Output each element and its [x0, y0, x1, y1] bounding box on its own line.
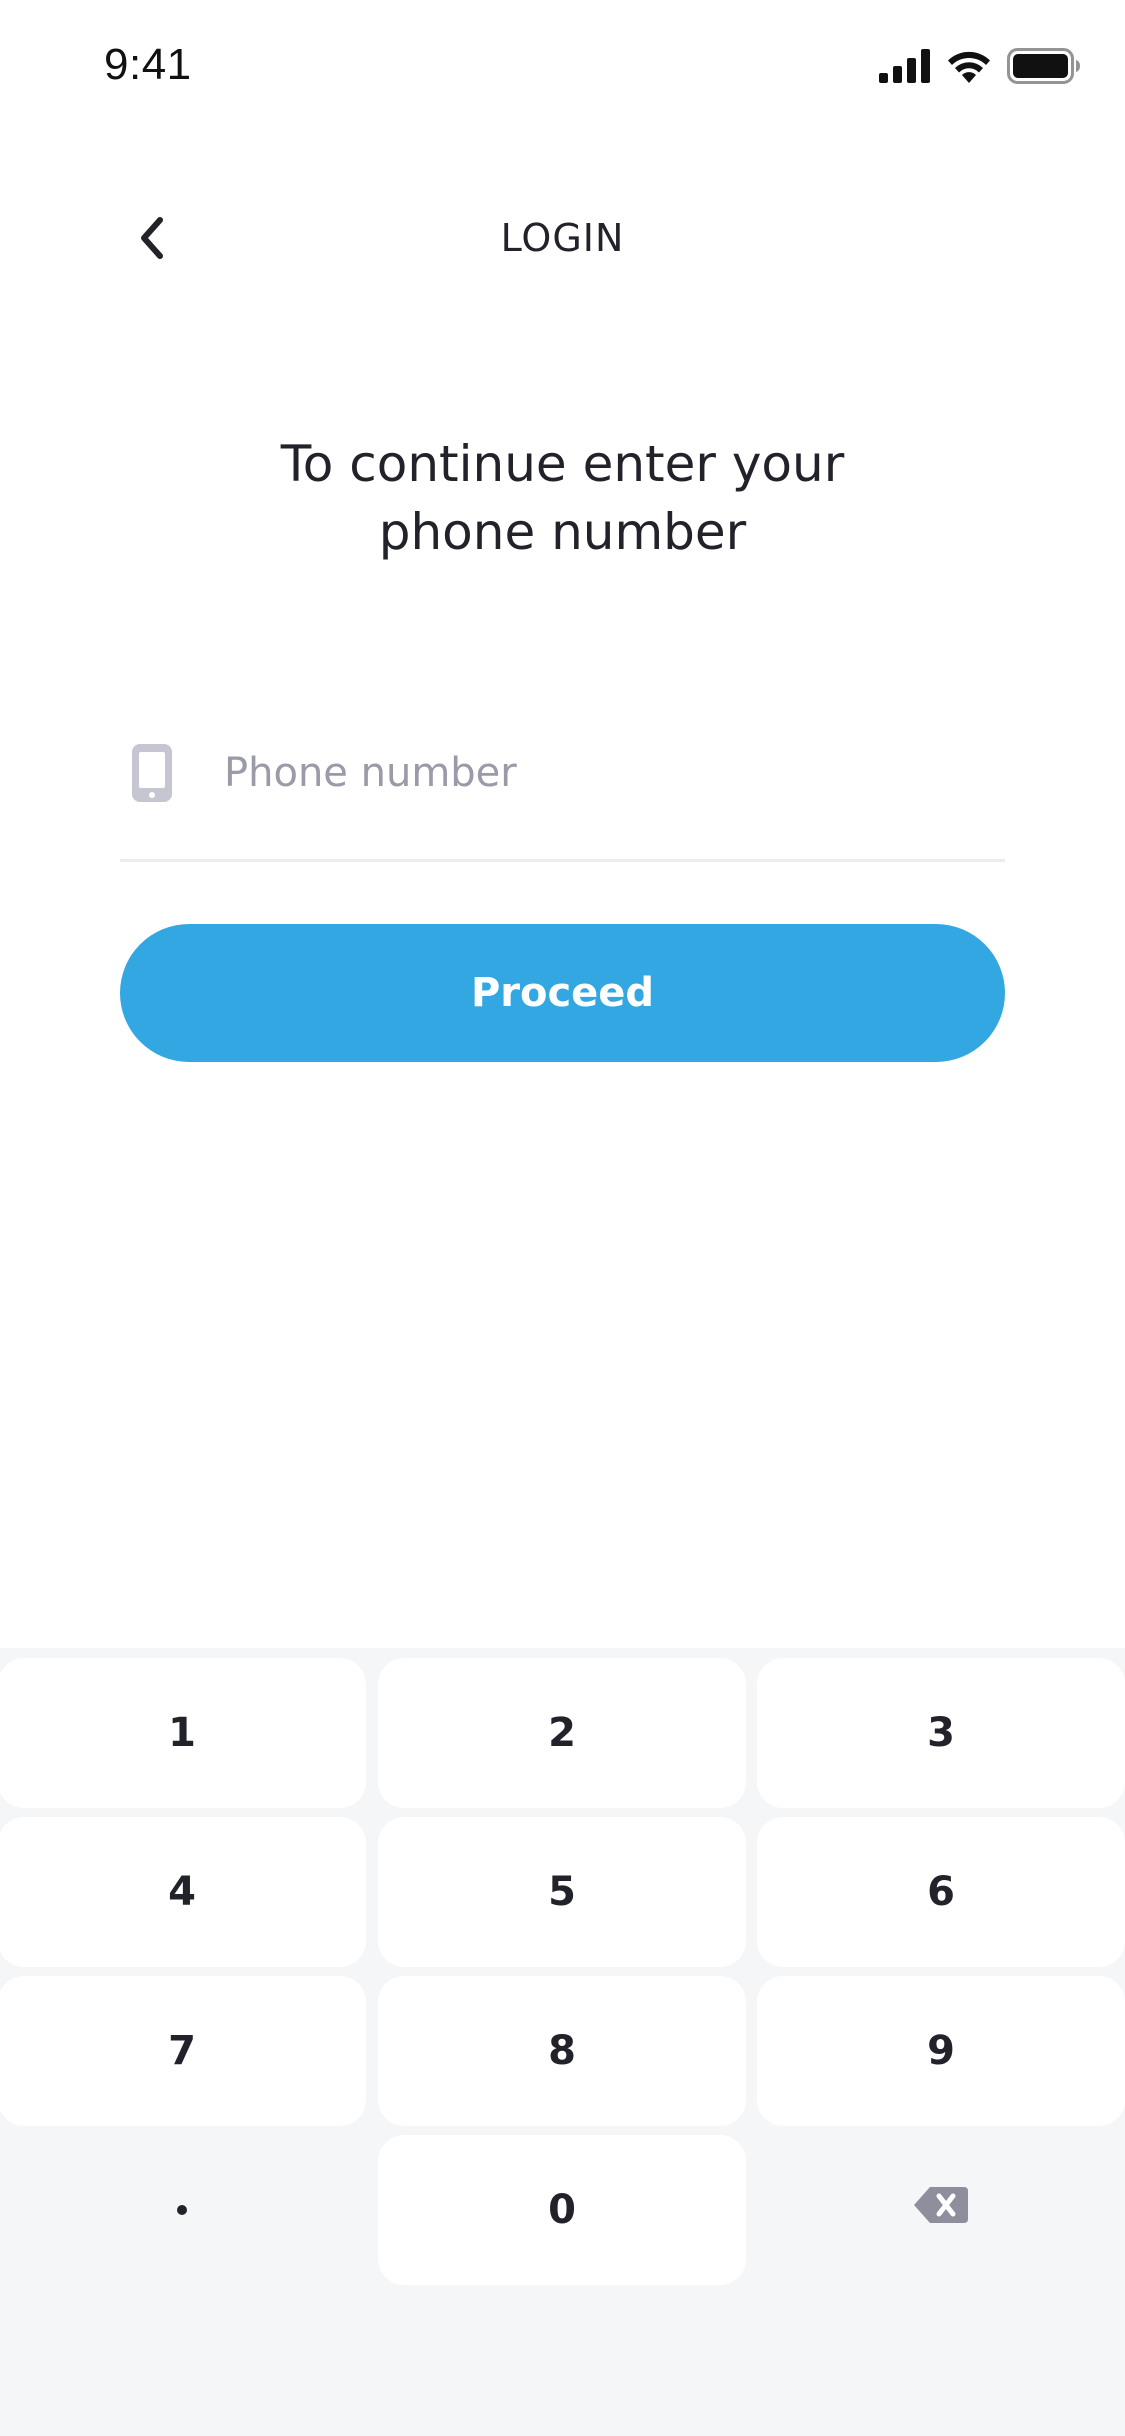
instruction-line-1: To continue enter your	[280, 435, 845, 493]
key-4[interactable]: 4	[0, 1817, 366, 1967]
backspace-icon	[912, 2185, 970, 2235]
page-title: LOGIN	[500, 216, 625, 260]
key-1[interactable]: 1	[0, 1658, 366, 1808]
mobile-phone-icon	[130, 742, 174, 804]
header: LOGIN	[0, 190, 1125, 290]
phone-number-field[interactable]	[120, 730, 1005, 862]
key-7[interactable]: 7	[0, 1976, 366, 2126]
numeric-keypad: 1 2 3 4 5 6 7 8 9 0	[0, 1648, 1125, 2436]
key-8[interactable]: 8	[378, 1976, 746, 2126]
status-time: 9:41	[104, 40, 192, 89]
dot-icon	[177, 2205, 187, 2215]
wifi-icon	[945, 49, 993, 87]
status-bar: 9:41	[0, 0, 1125, 132]
cellular-signal-icon	[879, 49, 931, 87]
key-dot[interactable]	[0, 2135, 366, 2285]
battery-icon	[1007, 48, 1081, 88]
instruction-text: To continue enter your phone number	[200, 430, 925, 566]
key-0[interactable]: 0	[378, 2135, 746, 2285]
phone-number-input[interactable]	[224, 740, 984, 806]
key-2[interactable]: 2	[378, 1658, 746, 1808]
key-9[interactable]: 9	[757, 1976, 1125, 2126]
key-5[interactable]: 5	[378, 1817, 746, 1967]
status-icons	[879, 48, 1081, 88]
instruction-line-2: phone number	[378, 503, 747, 561]
key-3[interactable]: 3	[757, 1658, 1125, 1808]
key-backspace[interactable]	[757, 2135, 1125, 2285]
key-6[interactable]: 6	[757, 1817, 1125, 1967]
proceed-button[interactable]: Proceed	[120, 924, 1005, 1062]
